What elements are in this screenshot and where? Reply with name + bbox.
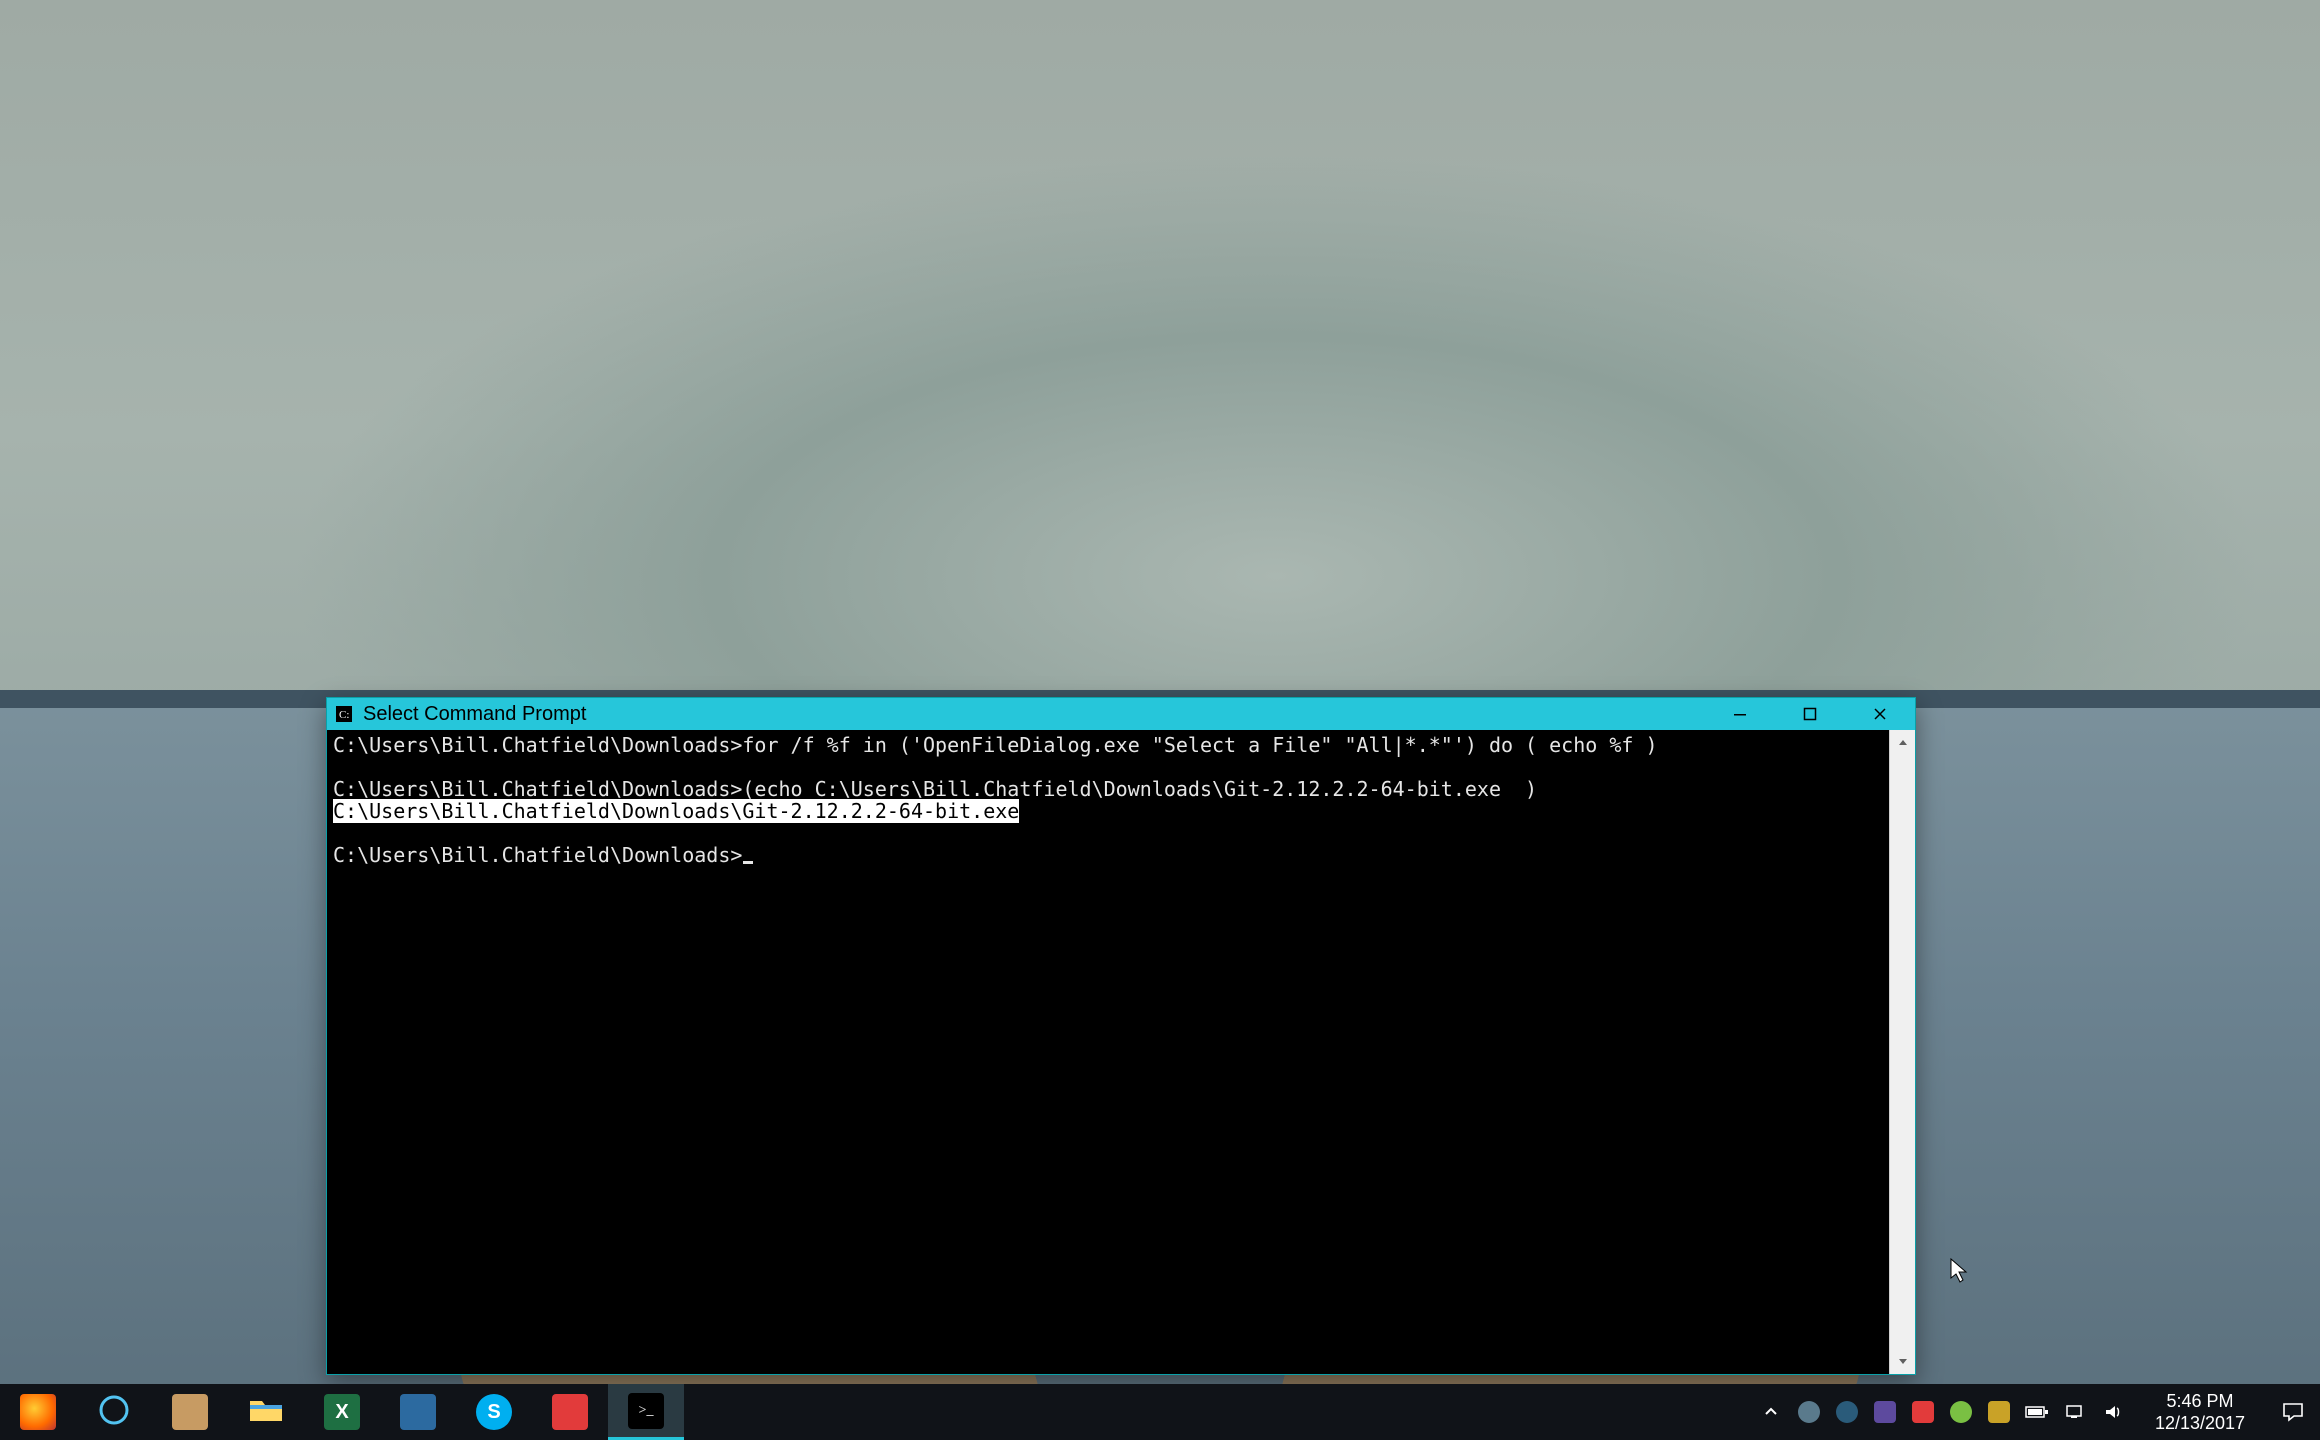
taskbar-app-skype[interactable]: S — [456, 1384, 532, 1440]
excel-icon: X — [324, 1394, 360, 1430]
tray-app-icon[interactable] — [1792, 1384, 1826, 1440]
scroll-down-icon[interactable] — [1890, 1348, 1915, 1374]
taskbar-app-generic-2[interactable] — [380, 1384, 456, 1440]
app-icon — [552, 1394, 588, 1430]
clock-date: 12/13/2017 — [2155, 1412, 2245, 1434]
tray-overflow-chevron-icon[interactable] — [1754, 1384, 1788, 1440]
clock-time: 5:46 PM — [2166, 1390, 2233, 1412]
action-center-button[interactable] — [2270, 1401, 2316, 1423]
taskbar-app-firefox[interactable] — [0, 1384, 76, 1440]
tray-app-icon[interactable] — [1982, 1384, 2016, 1440]
scroll-up-icon[interactable] — [1890, 730, 1915, 756]
cmd-sysmenu-icon[interactable]: C: — [335, 705, 353, 723]
terminal-line: C:\Users\Bill.Chatfield\Downloads>for /f… — [333, 733, 1658, 757]
firefox-icon — [20, 1394, 56, 1430]
tray-app-icon[interactable] — [1906, 1384, 1940, 1440]
titlebar[interactable]: C: Select Command Prompt — [327, 698, 1915, 730]
minimize-button[interactable] — [1705, 698, 1775, 730]
taskbar-app-file-explorer[interactable] — [228, 1384, 304, 1440]
app-icon — [400, 1394, 436, 1430]
taskbar-app-cortana[interactable] — [76, 1384, 152, 1440]
taskbar-app-generic-1[interactable] — [152, 1384, 228, 1440]
app-icon — [172, 1394, 208, 1430]
terminal-body: C:\Users\Bill.Chatfield\Downloads>for /f… — [327, 730, 1915, 1374]
file-explorer-icon — [248, 1395, 284, 1430]
cortana-icon — [97, 1393, 131, 1432]
tray-network-icon[interactable] — [2058, 1384, 2092, 1440]
tray-volume-icon[interactable] — [2096, 1384, 2130, 1440]
taskbar: X S >_ 5:46 — [0, 1384, 2320, 1440]
terminal-content[interactable]: C:\Users\Bill.Chatfield\Downloads>for /f… — [327, 730, 1889, 1374]
command-prompt-window: C: Select Command Prompt C:\Users\Bill.C… — [326, 697, 1916, 1375]
terminal-line: C:\Users\Bill.Chatfield\Downloads>(echo … — [333, 777, 1537, 801]
tray-app-icon[interactable] — [1944, 1384, 1978, 1440]
terminal-prompt: C:\Users\Bill.Chatfield\Downloads> — [333, 843, 742, 867]
tray-app-icon[interactable] — [1868, 1384, 1902, 1440]
taskbar-app-excel[interactable]: X — [304, 1384, 380, 1440]
terminal-cursor — [743, 861, 753, 864]
taskbar-clock[interactable]: 5:46 PM 12/13/2017 — [2134, 1390, 2266, 1434]
close-button[interactable] — [1845, 698, 1915, 730]
terminal-line-selected: C:\Users\Bill.Chatfield\Downloads\Git-2.… — [333, 799, 1019, 823]
scroll-track[interactable] — [1890, 756, 1915, 1348]
tray-battery-icon[interactable] — [2020, 1384, 2054, 1440]
skype-icon: S — [476, 1394, 512, 1430]
taskbar-app-generic-3[interactable] — [532, 1384, 608, 1440]
terminal-scrollbar[interactable] — [1889, 730, 1915, 1374]
mouse-cursor-icon — [1950, 1258, 1968, 1284]
taskbar-app-command-prompt[interactable]: >_ — [608, 1384, 684, 1440]
cmd-icon: >_ — [628, 1393, 664, 1429]
maximize-button[interactable] — [1775, 698, 1845, 730]
svg-text:C:: C: — [339, 709, 349, 721]
tray-app-icon[interactable] — [1830, 1384, 1864, 1440]
system-tray: 5:46 PM 12/13/2017 — [1754, 1384, 2320, 1440]
window-title: Select Command Prompt — [363, 703, 586, 726]
